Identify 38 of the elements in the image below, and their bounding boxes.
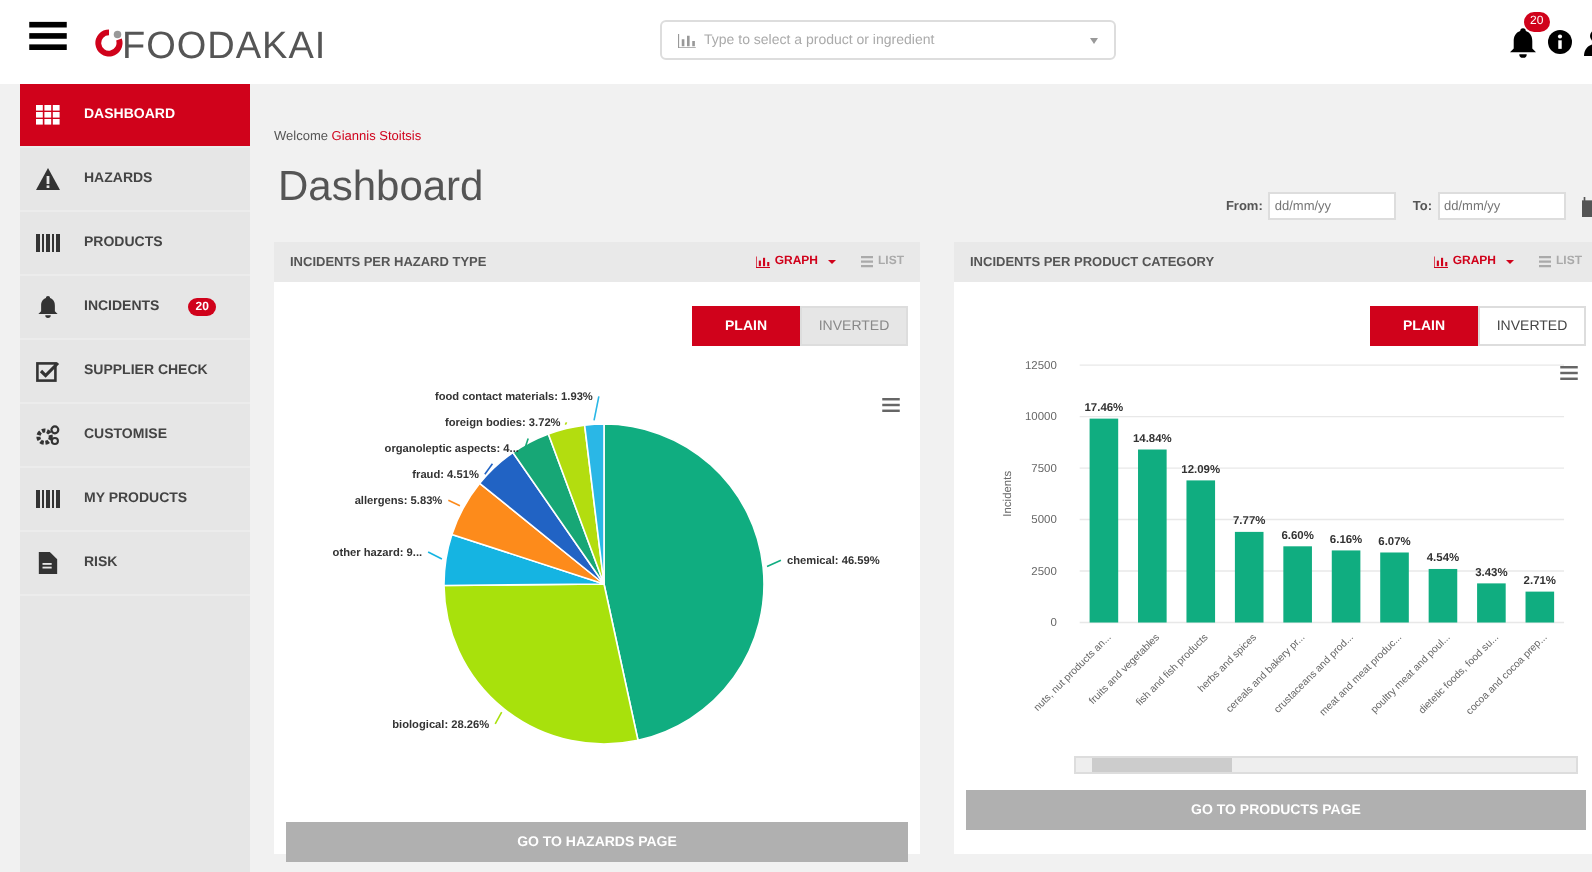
bar — [1331, 550, 1361, 623]
leader-line — [564, 421, 568, 426]
leader-line — [524, 437, 529, 450]
logo-text: FOODAKAI — [122, 26, 327, 70]
leader-line — [593, 395, 600, 422]
gears-icon — [36, 424, 60, 446]
menu-icon[interactable] — [28, 19, 68, 49]
bar — [1234, 531, 1264, 623]
checkbox-icon — [36, 360, 60, 382]
warning-icon — [36, 168, 60, 190]
grid-icon — [36, 104, 60, 126]
leader-line — [447, 499, 461, 507]
calendar-icon[interactable] — [1582, 195, 1592, 217]
bar — [1186, 480, 1216, 623]
leader-line — [427, 551, 443, 560]
document-icon — [36, 552, 60, 574]
list-icon — [1538, 256, 1552, 268]
leader-line — [766, 559, 782, 568]
bar — [1525, 591, 1555, 623]
leader-line — [484, 462, 494, 476]
scrollbar[interactable] — [1074, 756, 1578, 774]
caret-icon — [1090, 37, 1098, 43]
chart-icon — [756, 256, 771, 268]
barcode-icon — [36, 232, 60, 254]
bell-icon — [36, 296, 60, 318]
page-title: Dashboard — [278, 164, 484, 212]
chart-icon — [678, 33, 696, 47]
barcode-icon — [36, 488, 60, 510]
chart-icon — [1434, 256, 1449, 268]
bar — [1283, 546, 1312, 623]
logo-icon — [92, 25, 126, 59]
bar — [1428, 568, 1458, 623]
info-icon[interactable] — [1548, 30, 1572, 54]
bar — [1380, 552, 1409, 623]
bar — [1477, 583, 1506, 623]
leader-line — [494, 711, 503, 725]
bell-icon[interactable] — [1510, 27, 1536, 57]
list-icon — [860, 256, 874, 268]
